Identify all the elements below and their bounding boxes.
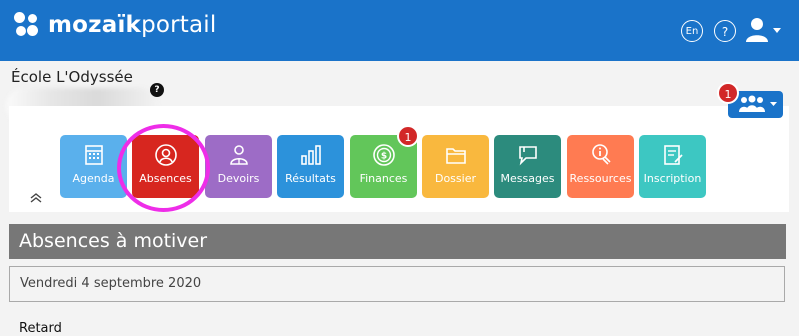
tile-devoirs[interactable]: Devoirs (205, 135, 272, 198)
top-bar: mozaïkportail En ? (0, 0, 799, 61)
tile-inscription[interactable]: Inscription (639, 135, 706, 198)
brand-bold: mozaïk (48, 12, 142, 38)
coin-icon: $ (372, 144, 395, 166)
tile-label: Absences (139, 172, 192, 185)
tile-dossier[interactable]: Dossier (422, 135, 489, 198)
tile-absences[interactable]: Absences (132, 135, 199, 198)
tile-label: Dossier (434, 172, 476, 185)
tile-resultats[interactable]: Résultats (277, 135, 344, 198)
user-icon (746, 18, 781, 42)
message-icon (518, 146, 537, 166)
mozaik-logo[interactable]: mozaïkportail (14, 12, 216, 38)
brand-light: portail (141, 12, 217, 38)
user-menu-button[interactable] (745, 16, 785, 44)
tile-label: Finances (359, 172, 408, 185)
section-title: Absences à motiver (9, 224, 786, 259)
collapse-chevron-icon[interactable] (30, 193, 42, 203)
absence-type-label: Retard (19, 321, 62, 336)
role-notification-badge: 1 (717, 82, 739, 104)
language-button[interactable]: En (681, 20, 703, 42)
finances-notification-badge: 1 (397, 125, 419, 147)
calendar-icon (84, 145, 103, 165)
tile-label: Devoirs (217, 172, 260, 185)
tile-label: Résultats (285, 172, 336, 185)
tile-label: Messages (500, 172, 555, 185)
help-button[interactable]: ? (714, 20, 736, 42)
date-header: Vendredi 4 septembre 2020 (9, 266, 785, 302)
tile-label: Ressources (569, 172, 632, 185)
school-name: École L'Odyssée (11, 68, 133, 86)
tile-messages[interactable]: Messages (494, 135, 561, 198)
hand-info-icon (591, 144, 611, 165)
svg-text:$: $ (380, 152, 386, 162)
tile-ressources[interactable]: Ressources (567, 135, 634, 198)
bar-chart-icon (300, 145, 321, 165)
folder-icon (445, 148, 466, 164)
form-icon (663, 145, 683, 165)
tile-agenda[interactable]: Agenda (60, 135, 127, 198)
tile-label: Agenda (72, 172, 115, 185)
person-circle-icon (154, 144, 177, 166)
student-help-badge[interactable]: ? (150, 83, 164, 97)
person-book-icon (229, 145, 248, 165)
tile-label: Inscription (643, 172, 702, 185)
logo-mark-icon (14, 12, 40, 38)
